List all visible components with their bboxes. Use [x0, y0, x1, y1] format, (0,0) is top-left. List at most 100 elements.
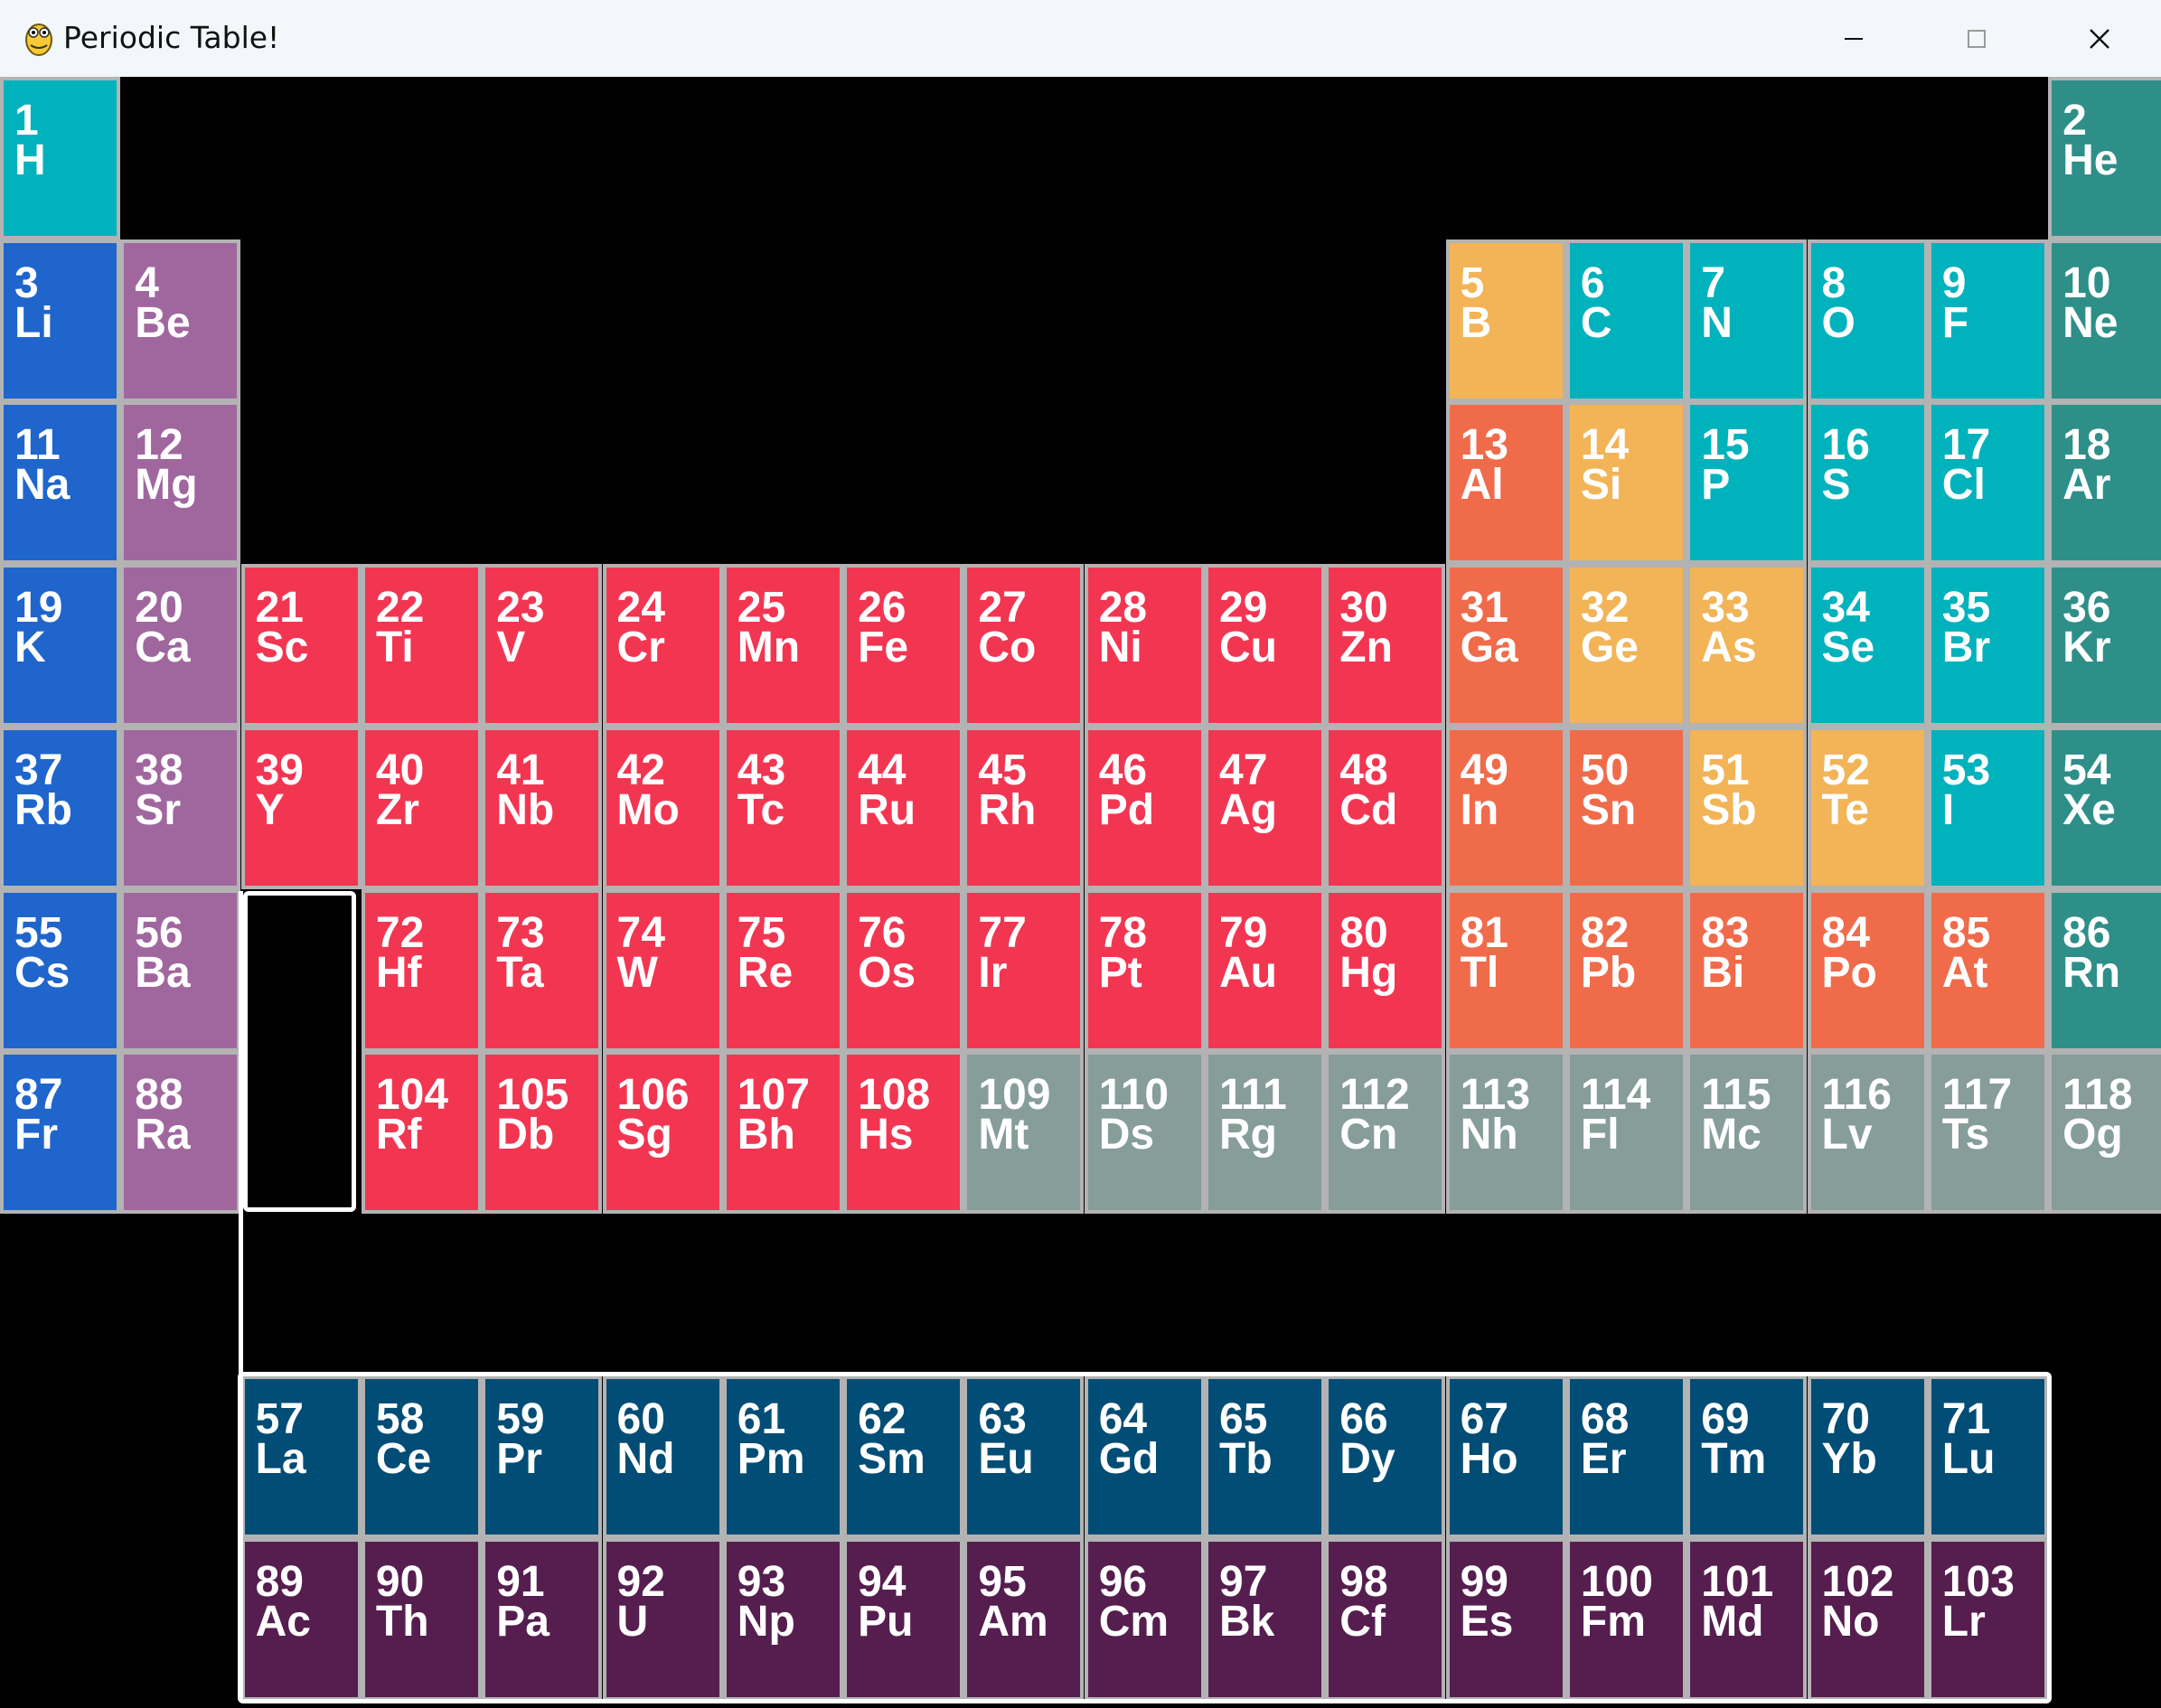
element-cell-cu[interactable]: 29 Cu [1205, 564, 1325, 727]
element-symbol: Kr [2062, 624, 2111, 672]
element-cell-sb[interactable]: 51 Sb [1687, 726, 1808, 889]
element-cell-si[interactable]: 14 Si [1565, 401, 1687, 565]
element-cell-cr[interactable]: 24 Cr [602, 564, 723, 727]
element-cell-hs[interactable]: 108 Hs [843, 1051, 964, 1215]
element-cell-mt[interactable]: 109 Mt [963, 1051, 1085, 1215]
element-cell-o[interactable]: 8O [1807, 239, 1928, 402]
element-cell-k[interactable]: 19 K [0, 564, 120, 727]
element-cell-kr[interactable]: 36 Kr [2048, 564, 2161, 727]
element-cell-cs[interactable]: 55 Cs [0, 888, 120, 1052]
element-cell-li[interactable]: 3 Li [0, 239, 120, 402]
element-cell-fe[interactable]: 26 Fe [843, 564, 964, 727]
minimize-button[interactable] [1792, 0, 1915, 77]
element-cell-mo[interactable]: 42 Mo [602, 726, 723, 889]
element-cell-tl[interactable]: 81 Tl [1445, 888, 1566, 1052]
element-cell-re[interactable]: 75 Re [722, 888, 843, 1052]
element-cell-mn[interactable]: 25 Mn [722, 564, 843, 727]
element-cell-au[interactable]: 79 Au [1205, 888, 1325, 1052]
element-cell-ra[interactable]: 88 Ra [120, 1051, 241, 1215]
element-symbol: Ba [135, 948, 191, 997]
element-cell-fl[interactable]: 114 Fl [1565, 1051, 1687, 1215]
element-cell-h[interactable]: 1H [0, 77, 120, 239]
periodic-table-canvas[interactable]: 1 H 2 He 3 Li 4 Be 5 B 6 C 7 N 8 O 9 F 10 Ne 11 Na 12 Mg 13 Al 14 S… [0, 77, 2161, 1708]
element-cell-pb[interactable]: 82 Pb [1565, 888, 1687, 1052]
element-cell-rb[interactable]: 37 Rb [0, 726, 120, 889]
element-cell-ta[interactable]: 73 Ta [482, 888, 603, 1052]
element-cell-sn[interactable]: 50 Sn [1565, 726, 1687, 889]
element-cell-hg[interactable]: 80 Hg [1325, 888, 1446, 1052]
element-cell-w[interactable]: 74 W [602, 888, 723, 1052]
element-cell-os[interactable]: 76 Os [843, 888, 964, 1052]
element-cell-ne[interactable]: 10 Ne [2048, 239, 2161, 402]
element-cell-ga[interactable]: 31 Ga [1445, 564, 1566, 727]
element-cell-cn[interactable]: 112 Cn [1325, 1051, 1446, 1215]
element-cell-hf[interactable]: 72 Hf [361, 888, 482, 1052]
element-cell-ge[interactable]: 32 Ge [1565, 564, 1687, 727]
element-symbol: At [1941, 948, 1988, 997]
element-cell-mc[interactable]: 115 Mc [1687, 1051, 1808, 1215]
element-cell-at[interactable]: 85 At [1927, 888, 2048, 1052]
placeholder-selection[interactable] [242, 890, 356, 1212]
element-cell-zn[interactable]: 30 Zn [1325, 564, 1446, 727]
element-cell-db[interactable]: 105 Db [482, 1051, 603, 1215]
element-cell-lv[interactable]: 116 Lv [1807, 1051, 1928, 1215]
element-cell-v[interactable]: 23 V [482, 564, 603, 727]
element-cell-ds[interactable]: 110 Ds [1084, 1051, 1205, 1215]
element-cell-fr[interactable]: 87 Fr [0, 1051, 120, 1215]
element-cell-og[interactable]: 118 Og [2048, 1051, 2161, 1215]
element-cell-ag[interactable]: 47 Ag [1205, 726, 1325, 889]
element-cell-pd[interactable]: 46 Pd [1084, 726, 1205, 889]
element-cell-pt[interactable]: 78 Pt [1084, 888, 1205, 1052]
element-cell-i[interactable]: 53 I [1927, 726, 2048, 889]
element-cell-na[interactable]: 11 Na [0, 401, 120, 565]
element-cell-xe[interactable]: 54 Xe [2048, 726, 2161, 889]
element-cell-nh[interactable]: 113 Nh [1445, 1051, 1566, 1215]
element-cell-rn[interactable]: 86 Rn [2048, 888, 2161, 1052]
element-cell-cl[interactable]: 17 Cl [1927, 401, 2048, 565]
element-cell-ba[interactable]: 56 Ba [120, 888, 241, 1052]
element-cell-n[interactable]: 7N [1687, 239, 1808, 402]
element-cell-be[interactable]: 4 Be [120, 239, 241, 402]
element-cell-rf[interactable]: 104 Rf [361, 1051, 482, 1215]
element-cell-po[interactable]: 84 Po [1807, 888, 1928, 1052]
element-cell-ir[interactable]: 77 Ir [963, 888, 1085, 1052]
element-cell-he[interactable]: 2 He [2048, 77, 2161, 239]
element-cell-tc[interactable]: 43 Tc [722, 726, 843, 889]
element-symbol: Cd [1339, 785, 1398, 834]
element-cell-in[interactable]: 49 In [1445, 726, 1566, 889]
element-symbol: Ni [1098, 624, 1142, 672]
element-cell-br[interactable]: 35 Br [1927, 564, 2048, 727]
element-cell-b[interactable]: 5B [1445, 239, 1566, 402]
element-cell-al[interactable]: 13 Al [1445, 401, 1566, 565]
element-cell-as[interactable]: 33 As [1687, 564, 1808, 727]
element-cell-ts[interactable]: 117 Ts [1927, 1051, 2048, 1215]
element-cell-f[interactable]: 9F [1927, 239, 2048, 402]
element-cell-mg[interactable]: 12 Mg [120, 401, 241, 565]
element-cell-zr[interactable]: 40 Zr [361, 726, 482, 889]
element-cell-ca[interactable]: 20 Ca [120, 564, 241, 727]
maximize-button[interactable] [1915, 0, 2038, 77]
element-cell-rh[interactable]: 45 Rh [963, 726, 1085, 889]
element-cell-y[interactable]: 39 Y [240, 726, 362, 889]
element-cell-ru[interactable]: 44 Ru [843, 726, 964, 889]
element-cell-p[interactable]: 15 P [1687, 401, 1808, 565]
element-cell-cd[interactable]: 48 Cd [1325, 726, 1446, 889]
element-cell-sg[interactable]: 106 Sg [602, 1051, 723, 1215]
element-cell-bi[interactable]: 83 Bi [1687, 888, 1808, 1052]
element-cell-rg[interactable]: 111 Rg [1205, 1051, 1325, 1215]
element-cell-bh[interactable]: 107 Bh [722, 1051, 843, 1215]
close-button[interactable] [2038, 0, 2161, 77]
element-cell-se[interactable]: 34 Se [1807, 564, 1928, 727]
element-cell-te[interactable]: 52 Te [1807, 726, 1928, 889]
element-cell-s[interactable]: 16 S [1807, 401, 1928, 565]
element-cell-ni[interactable]: 28 Ni [1084, 564, 1205, 727]
element-cell-co[interactable]: 27 Co [963, 564, 1085, 727]
element-cell-c[interactable]: 6C [1565, 239, 1687, 402]
element-cell-nb[interactable]: 41 Nb [482, 726, 603, 889]
element-cell-ar[interactable]: 18 Ar [2048, 401, 2161, 565]
element-cell-ti[interactable]: 22 Ti [361, 564, 482, 727]
element-cell-sc[interactable]: 21 Sc [240, 564, 362, 727]
element-cell-sr[interactable]: 38 Sr [120, 726, 241, 889]
window-titlebar[interactable]: Periodic Table! [0, 0, 2161, 77]
atomic-number: 49 [1460, 746, 1508, 794]
